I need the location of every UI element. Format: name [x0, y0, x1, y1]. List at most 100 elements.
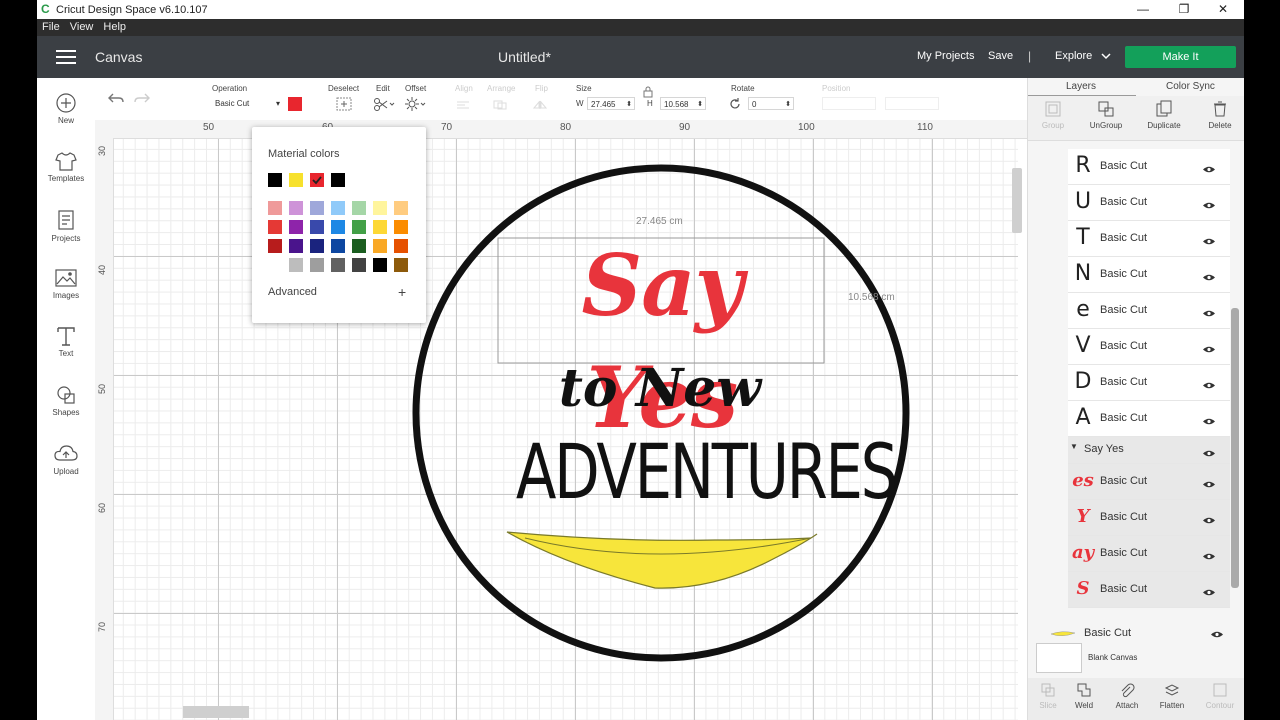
layer-row[interactable]: U Basic Cut: [1068, 185, 1230, 221]
eye-icon[interactable]: [1210, 630, 1224, 639]
layer-row[interactable]: es Basic Cut: [1068, 464, 1230, 500]
sidebar-templates[interactable]: Templates: [37, 150, 95, 183]
palette-color-swatch[interactable]: [352, 258, 366, 272]
design-text-adventures[interactable]: ADVENTURES: [516, 422, 898, 522]
my-projects-link[interactable]: My Projects: [917, 50, 974, 62]
recent-color-swatch[interactable]: [310, 173, 324, 187]
undo-icon[interactable]: [107, 91, 125, 105]
layer-row[interactable]: N Basic Cut: [1068, 257, 1230, 293]
explore-dropdown[interactable]: Explore: [1055, 50, 1111, 62]
layer-group-say-yes[interactable]: ▼ Say Yes: [1068, 437, 1230, 464]
advanced-label[interactable]: Advanced: [268, 286, 317, 298]
scissors-icon[interactable]: [373, 97, 395, 111]
palette-color-swatch[interactable]: [394, 239, 408, 253]
weld-button[interactable]: Weld: [1064, 682, 1104, 710]
group-collapse-icon[interactable]: ▼: [1070, 442, 1078, 451]
operation-select[interactable]: Basic Cut ▾: [212, 97, 282, 110]
minimize-button[interactable]: —: [1124, 0, 1162, 19]
layer-row[interactable]: R Basic Cut: [1068, 149, 1230, 185]
sidebar-images[interactable]: Images: [37, 267, 95, 300]
make-it-button[interactable]: Make It: [1125, 46, 1236, 68]
palette-color-swatch[interactable]: [268, 201, 282, 215]
menu-file[interactable]: File: [37, 19, 65, 33]
duplicate-button[interactable]: Duplicate: [1139, 100, 1189, 130]
canvas-horizontal-scrollbar[interactable]: [183, 706, 249, 718]
redo-icon[interactable]: [133, 91, 151, 105]
delete-button[interactable]: Delete: [1195, 100, 1244, 130]
palette-color-swatch[interactable]: [373, 220, 387, 234]
eye-icon[interactable]: [1202, 201, 1216, 210]
sidebar-text[interactable]: Text: [37, 325, 95, 358]
sidebar-shapes[interactable]: Shapes: [37, 384, 95, 417]
palette-color-swatch[interactable]: [331, 239, 345, 253]
eye-icon[interactable]: [1202, 237, 1216, 246]
layer-row[interactable]: V Basic Cut: [1068, 329, 1230, 365]
design-canvas[interactable]: 50 60 70 80 90 100 110 120 30 40 50 60 7…: [95, 120, 1027, 720]
group-button[interactable]: Group: [1028, 100, 1078, 130]
palette-color-swatch[interactable]: [352, 201, 366, 215]
palette-color-swatch[interactable]: [331, 220, 345, 234]
advanced-expand-icon[interactable]: +: [398, 284, 406, 300]
deselect-icon[interactable]: [336, 97, 352, 111]
palette-color-swatch[interactable]: [310, 239, 324, 253]
palette-color-swatch[interactable]: [289, 258, 303, 272]
recent-color-swatch[interactable]: [268, 173, 282, 187]
eye-icon[interactable]: [1202, 552, 1216, 561]
palette-color-swatch[interactable]: [373, 258, 387, 272]
palette-color-swatch[interactable]: [373, 239, 387, 253]
sidebar-projects[interactable]: Projects: [37, 208, 95, 243]
width-input[interactable]: 27.465 ⬍: [587, 97, 635, 110]
menu-help[interactable]: Help: [98, 19, 131, 33]
document-title[interactable]: Untitled*: [498, 49, 551, 65]
layer-row[interactable]: ay Basic Cut: [1068, 536, 1230, 572]
design-text-to-new[interactable]: to New: [535, 358, 785, 420]
slice-button[interactable]: Slice: [1028, 682, 1068, 710]
recent-color-swatch[interactable]: [331, 173, 345, 187]
palette-color-swatch[interactable]: [331, 258, 345, 272]
palette-color-swatch[interactable]: [352, 220, 366, 234]
eye-icon[interactable]: [1202, 345, 1216, 354]
height-input[interactable]: 10.568 ⬍: [660, 97, 706, 110]
eye-icon[interactable]: [1202, 165, 1216, 174]
eye-icon[interactable]: [1202, 516, 1216, 525]
menu-view[interactable]: View: [65, 19, 99, 33]
palette-color-swatch[interactable]: [394, 258, 408, 272]
palette-color-swatch[interactable]: [310, 220, 324, 234]
layer-row[interactable]: D Basic Cut: [1068, 365, 1230, 401]
palette-color-swatch[interactable]: [352, 239, 366, 253]
tab-layers[interactable]: Layers: [1066, 81, 1096, 92]
rotate-input[interactable]: 0 ⬍: [748, 97, 794, 110]
palette-color-swatch[interactable]: [289, 220, 303, 234]
eye-icon[interactable]: [1202, 449, 1216, 458]
blank-canvas-thumbnail[interactable]: [1036, 643, 1082, 673]
eye-icon[interactable]: [1202, 273, 1216, 282]
palette-color-swatch[interactable]: [310, 201, 324, 215]
sidebar-upload[interactable]: Upload: [37, 443, 95, 476]
recent-color-swatch[interactable]: [289, 173, 303, 187]
palette-color-swatch[interactable]: [268, 258, 282, 272]
palette-color-swatch[interactable]: [289, 239, 303, 253]
eye-icon[interactable]: [1202, 309, 1216, 318]
design-text-say-yes[interactable]: Say Yes: [499, 230, 825, 454]
offset-icon[interactable]: [405, 97, 427, 111]
tab-color-sync[interactable]: Color Sync: [1166, 81, 1215, 92]
palette-color-swatch[interactable]: [394, 220, 408, 234]
eye-icon[interactable]: [1202, 381, 1216, 390]
eye-icon[interactable]: [1202, 588, 1216, 597]
canvas-vertical-scrollbar[interactable]: [1012, 168, 1022, 233]
palette-color-swatch[interactable]: [373, 201, 387, 215]
close-window-button[interactable]: ✕: [1204, 0, 1242, 19]
palette-color-swatch[interactable]: [268, 220, 282, 234]
hamburger-menu-icon[interactable]: [56, 50, 76, 64]
contour-button[interactable]: Contour: [1200, 682, 1240, 710]
palette-color-swatch[interactable]: [394, 201, 408, 215]
restore-button[interactable]: ❐: [1165, 0, 1203, 19]
layer-row[interactable]: Y Basic Cut: [1068, 500, 1230, 536]
attach-button[interactable]: Attach: [1107, 682, 1147, 710]
palette-color-swatch[interactable]: [268, 239, 282, 253]
layer-row[interactable]: S Basic Cut: [1068, 572, 1230, 608]
layers-scrollbar[interactable]: [1231, 308, 1239, 588]
eye-icon[interactable]: [1202, 417, 1216, 426]
palette-color-swatch[interactable]: [289, 201, 303, 215]
operation-color-swatch[interactable]: [288, 97, 302, 111]
